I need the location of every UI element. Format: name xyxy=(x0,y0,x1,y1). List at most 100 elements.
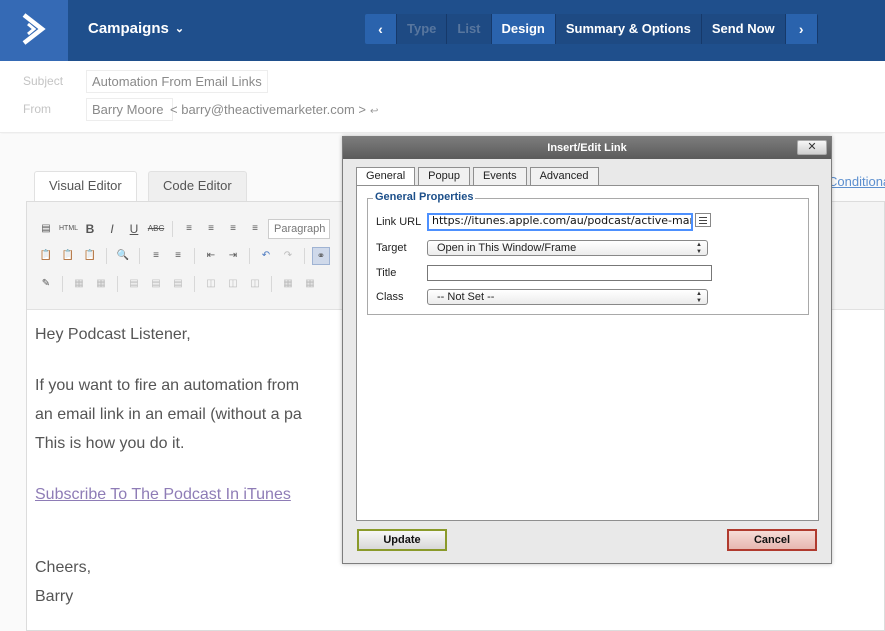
general-properties-group: General Properties Link URL https://itun… xyxy=(367,191,809,315)
signoff-text: Cheers, xyxy=(35,559,92,576)
step-type: Type xyxy=(397,14,448,44)
tab-advanced[interactable]: Advanced xyxy=(529,167,599,185)
underline-icon[interactable]: U xyxy=(125,220,143,238)
toolbar-divider xyxy=(117,276,118,292)
conditional-content-link[interactable]: Conditiona xyxy=(828,174,885,189)
format-select[interactable]: Paragraph xyxy=(268,219,330,239)
link-icon[interactable]: ⚭ xyxy=(312,247,330,265)
target-label: Target xyxy=(376,242,407,254)
insert-col-after-icon[interactable]: ◫ xyxy=(224,275,242,293)
toolbar-divider xyxy=(62,276,63,292)
tab-visual-editor[interactable]: Visual Editor xyxy=(34,171,137,201)
delete-row-icon[interactable]: ▤ xyxy=(169,275,187,293)
step-list: List xyxy=(447,14,492,44)
undo-icon[interactable]: ↶ xyxy=(257,247,275,265)
from-email-field[interactable]: < barry@theactivemarketer.com > ↩ xyxy=(170,102,378,117)
toolbar-divider xyxy=(304,248,305,264)
email-body[interactable]: Hey Podcast Listener, If you want to fir… xyxy=(35,320,302,611)
delete-col-icon[interactable]: ◫ xyxy=(246,275,264,293)
table-icon[interactable]: ▦ xyxy=(70,275,88,293)
general-panel: General Properties Link URL https://itun… xyxy=(356,185,819,521)
redo-icon[interactable]: ↷ xyxy=(279,247,297,265)
insert-row-before-icon[interactable]: ▤ xyxy=(125,275,143,293)
close-icon[interactable]: ✕ xyxy=(797,140,827,155)
top-navigation-bar: Campaigns ⌄ ‹ Type List Design Summary & … xyxy=(0,0,885,61)
dialog-tabs: General Popup Events Advanced xyxy=(356,167,599,186)
signature-name: Barry xyxy=(35,588,74,605)
toolbar-divider xyxy=(271,276,272,292)
class-selected-value: -- Not Set -- xyxy=(437,291,495,303)
toolbar-divider xyxy=(249,248,250,264)
align-center-icon[interactable]: ≡ xyxy=(202,220,220,238)
reply-to-icon[interactable]: ↩ xyxy=(370,106,378,117)
bullet-list-icon[interactable]: ≡ xyxy=(147,247,165,265)
edit-icon[interactable]: ✎ xyxy=(37,275,55,293)
step-send-now[interactable]: Send Now xyxy=(701,14,786,44)
paste-text-icon[interactable]: 📋 xyxy=(59,247,77,265)
target-select[interactable]: Open in This Window/Frame ▲ ▼ xyxy=(427,240,708,256)
from-label: From xyxy=(23,102,51,116)
body-line-3: This is how you do it. xyxy=(35,435,185,452)
subscribe-link[interactable]: Subscribe To The Podcast In iTunes xyxy=(35,486,291,503)
select-arrows-icon: ▲ ▼ xyxy=(696,291,702,304)
tab-general[interactable]: General xyxy=(356,167,416,186)
insert-row-after-icon[interactable]: ▤ xyxy=(147,275,165,293)
activecampaign-logo-icon xyxy=(22,13,46,45)
paste-word-icon[interactable]: 📋 xyxy=(81,247,99,265)
subject-label: Subject xyxy=(23,74,64,88)
insert-edit-link-dialog: Insert/Edit Link ✕ General Popup Events … xyxy=(342,136,832,564)
toolbar-divider xyxy=(139,248,140,264)
step-summary-options[interactable]: Summary & Options xyxy=(555,14,702,44)
merge-cells-icon[interactable]: ▦ xyxy=(301,275,319,293)
body-line-1: If you want to fire an automation from xyxy=(35,377,300,394)
dialog-title[interactable]: Insert/Edit Link xyxy=(343,137,831,159)
split-cells-icon[interactable]: ▦ xyxy=(279,275,297,293)
tab-events[interactable]: Events xyxy=(472,167,527,185)
subject-field[interactable]: Automation From Email Links xyxy=(86,70,268,93)
toolbar-divider xyxy=(194,248,195,264)
link-url-input[interactable]: https://itunes.apple.com/au/podcast/acti… xyxy=(427,213,693,231)
italic-icon[interactable]: I xyxy=(103,220,121,238)
chevron-down-icon: ⌄ xyxy=(174,23,185,35)
html-icon[interactable]: HTML xyxy=(59,220,78,238)
align-right-icon[interactable]: ≡ xyxy=(224,220,242,238)
tab-popup[interactable]: Popup xyxy=(418,167,470,185)
indent-icon[interactable]: ⇥ xyxy=(224,247,242,265)
previous-step-button[interactable]: ‹ xyxy=(365,14,397,44)
campaigns-menu[interactable]: Campaigns ⌄ xyxy=(88,20,184,37)
title-label: Title xyxy=(376,267,397,279)
step-design[interactable]: Design xyxy=(491,14,556,44)
toolbar-divider xyxy=(194,276,195,292)
from-name-field[interactable]: Barry Moore xyxy=(86,98,173,121)
source-icon[interactable]: ▤ xyxy=(37,220,55,238)
next-step-button[interactable]: › xyxy=(785,14,818,44)
bold-icon[interactable]: B xyxy=(81,220,99,238)
class-label: Class xyxy=(376,291,404,303)
tab-code-editor[interactable]: Code Editor xyxy=(148,171,247,201)
target-selected-value: Open in This Window/Frame xyxy=(437,242,577,254)
toolbar-divider xyxy=(106,248,107,264)
general-properties-legend: General Properties xyxy=(373,191,476,203)
campaign-steps-nav: ‹ Type List Design Summary & Options Sen… xyxy=(365,14,818,44)
align-left-icon[interactable]: ≡ xyxy=(180,220,198,238)
outdent-icon[interactable]: ⇤ xyxy=(202,247,220,265)
from-email-text: barry@theactivemarketer.com xyxy=(181,102,355,117)
link-url-label: Link URL xyxy=(376,216,422,228)
align-justify-icon[interactable]: ≡ xyxy=(246,220,264,238)
cancel-button[interactable]: Cancel xyxy=(727,529,817,551)
find-icon[interactable]: 🔍 xyxy=(114,247,132,265)
table-props-icon[interactable]: ▦ xyxy=(92,275,110,293)
toolbar-divider xyxy=(172,221,173,237)
insert-col-before-icon[interactable]: ◫ xyxy=(202,275,220,293)
app-logo[interactable] xyxy=(0,0,68,61)
title-input[interactable] xyxy=(427,265,712,281)
greeting-text: Hey Podcast Listener, xyxy=(35,326,191,343)
numbered-list-icon[interactable]: ≡ xyxy=(169,247,187,265)
body-line-2: an email link in an email (without a pa xyxy=(35,406,302,423)
strikethrough-icon[interactable]: ABC xyxy=(147,220,165,238)
update-button[interactable]: Update xyxy=(357,529,447,551)
class-select[interactable]: -- Not Set -- ▲ ▼ xyxy=(427,289,708,305)
paste-icon[interactable]: 📋 xyxy=(37,247,55,265)
browse-link-icon[interactable] xyxy=(695,213,711,227)
select-arrows-icon: ▲ ▼ xyxy=(696,242,702,255)
